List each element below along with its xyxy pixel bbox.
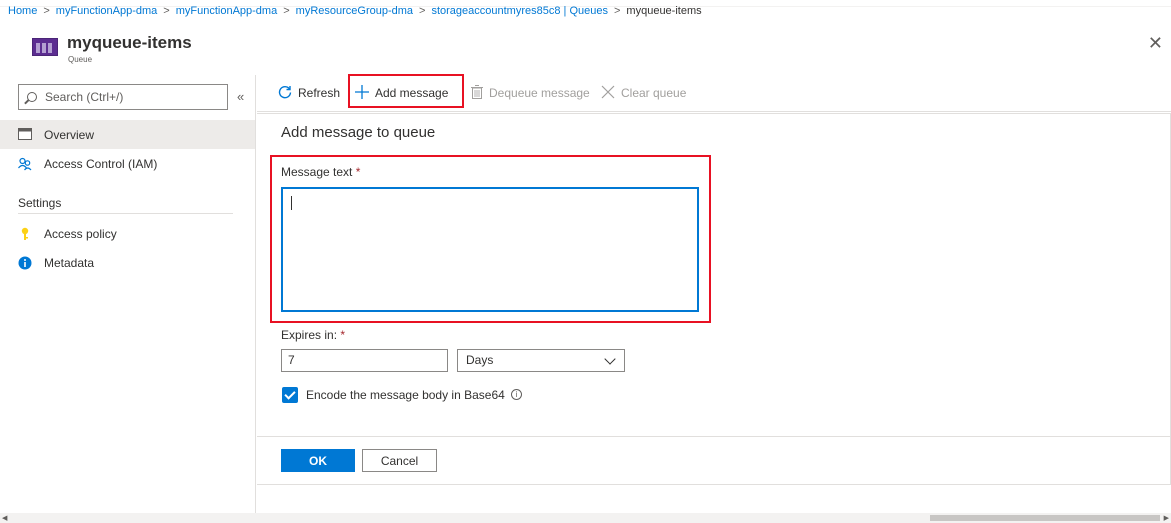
text-caret — [291, 196, 292, 210]
refresh-label: Refresh — [298, 86, 341, 100]
ok-button[interactable]: OK — [281, 449, 355, 472]
people-icon — [18, 157, 32, 171]
page-subtitle: Queue — [68, 55, 93, 64]
breadcrumb-function-app[interactable]: myFunctionApp-dma — [56, 5, 158, 17]
sidebar-item-label: Access Control (IAM) — [44, 156, 158, 171]
search-input[interactable]: Search (Ctrl+/) — [18, 84, 228, 110]
breadcrumb-home[interactable]: Home — [8, 5, 37, 17]
expires-unit-dropdown[interactable]: Days — [457, 349, 625, 372]
breadcrumb-current: myqueue-items — [626, 5, 702, 17]
expires-unit-value: Days — [466, 353, 494, 367]
search-placeholder: Search (Ctrl+/) — [45, 90, 124, 104]
breadcrumb-separator: > — [613, 5, 621, 17]
search-icon — [27, 92, 37, 102]
command-bar: Refresh Add message Dequeue message Clea… — [257, 75, 1171, 112]
sidebar: Search (Ctrl+/) « Overview Access Contro… — [0, 75, 256, 515]
add-message-button[interactable]: Add message — [355, 75, 448, 111]
breadcrumb-function-app-2[interactable]: myFunctionApp-dma — [176, 5, 278, 17]
trash-icon — [471, 84, 483, 102]
message-text-label: Message text * — [281, 165, 360, 179]
plus-icon — [355, 84, 369, 102]
scroll-right-icon[interactable]: ▶ — [1164, 514, 1169, 522]
breadcrumb-storage-queues[interactable]: storageaccountmyres85c8 | Queues — [431, 5, 608, 17]
breadcrumb: Home > myFunctionApp-dma > myFunctionApp… — [8, 0, 1008, 22]
refresh-icon — [278, 85, 292, 102]
required-asterisk: * — [355, 165, 361, 179]
page-title: myqueue-items — [67, 33, 192, 52]
encode-base64-checkbox[interactable] — [282, 387, 298, 403]
required-asterisk: * — [340, 328, 346, 342]
add-message-panel: Add message to queue Message text * Expi… — [257, 113, 1171, 485]
sidebar-item-access-policy[interactable]: Access policy — [0, 219, 255, 248]
scrollbar-thumb[interactable] — [930, 515, 1160, 521]
sidebar-item-access-control[interactable]: Access Control (IAM) — [0, 149, 255, 178]
breadcrumb-resource-group[interactable]: myResourceGroup-dma — [296, 5, 413, 17]
dequeue-message-label: Dequeue message — [489, 86, 590, 100]
add-message-label: Add message — [375, 86, 449, 100]
dequeue-message-button[interactable]: Dequeue message — [471, 75, 590, 111]
settings-divider — [18, 213, 233, 214]
info-tooltip-icon[interactable]: i — [511, 389, 522, 400]
key-icon — [18, 227, 32, 241]
message-text-area[interactable] — [281, 187, 699, 312]
sidebar-item-label: Access policy — [44, 226, 117, 241]
blade-header: myqueue-items Queue ✕ — [0, 22, 1171, 74]
collapse-sidebar-icon[interactable]: « — [237, 89, 244, 104]
expires-input[interactable]: 7 — [281, 349, 448, 372]
breadcrumb-separator: > — [163, 5, 170, 17]
chevron-down-icon — [604, 353, 616, 365]
message-text-label-text: Message text — [281, 165, 353, 179]
overview-icon — [18, 127, 32, 142]
panel-title: Add message to queue — [281, 124, 436, 141]
footer-divider — [257, 436, 1171, 437]
scroll-left-icon[interactable]: ◀ — [2, 514, 7, 522]
sidebar-item-overview[interactable]: Overview — [0, 120, 255, 149]
breadcrumb-separator: > — [43, 5, 50, 17]
refresh-button[interactable]: Refresh — [278, 75, 340, 111]
breadcrumb-separator: > — [419, 5, 426, 17]
queue-icon — [32, 38, 58, 56]
sidebar-item-metadata[interactable]: Metadata — [0, 248, 255, 277]
horizontal-scrollbar[interactable]: ◀ ▶ — [0, 513, 1171, 523]
clear-x-icon — [601, 85, 615, 102]
clear-queue-button[interactable]: Clear queue — [601, 75, 686, 111]
sidebar-item-label: Metadata — [44, 255, 95, 270]
clear-queue-label: Clear queue — [621, 86, 687, 100]
expires-label: Expires in: * — [281, 328, 345, 342]
sidebar-item-label: Overview — [44, 127, 95, 142]
expires-label-text: Expires in: — [281, 328, 338, 342]
breadcrumb-separator: > — [283, 5, 290, 17]
encode-base64-label[interactable]: Encode the message body in Base64 — [306, 388, 505, 402]
settings-section-header: Settings — [18, 196, 62, 210]
cancel-button[interactable]: Cancel — [362, 449, 437, 472]
info-icon — [18, 256, 32, 270]
close-icon[interactable]: ✕ — [1148, 34, 1163, 52]
